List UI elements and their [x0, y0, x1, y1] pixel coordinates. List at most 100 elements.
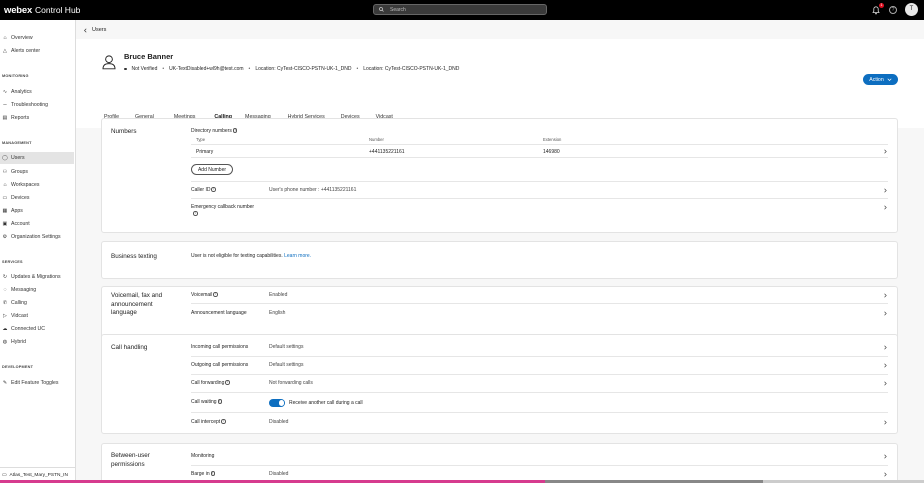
sidebar-item-connected-uc[interactable]: ☁ Connected UC: [0, 323, 74, 335]
monitoring-row[interactable]: Monitoring: [191, 448, 888, 466]
numbers-title: Numbers: [111, 128, 137, 135]
chevron-left-icon: [84, 28, 87, 32]
avatar[interactable]: T: [905, 3, 918, 16]
outgoing-label: Outgoing call permissions: [191, 362, 249, 368]
chat-icon: ◌: [3, 287, 7, 293]
sidebar-item-groups[interactable]: ⚇ Groups: [0, 166, 74, 178]
edit-icon: ✎: [2, 380, 8, 386]
user-icon: ◯: [2, 155, 8, 161]
monitoring-label: Monitoring: [191, 453, 215, 459]
add-number-button[interactable]: Add Number: [191, 164, 233, 175]
directory-numbers-label: Directory numbers i: [191, 128, 238, 134]
separator: •: [356, 66, 359, 72]
section-monitoring: MONITORING: [2, 74, 29, 78]
sidebar-item-messaging[interactable]: ◌ Messaging: [0, 284, 74, 296]
incoming-permissions-row[interactable]: Incoming call permissions Default settin…: [191, 339, 888, 357]
sidebar-item-analytics[interactable]: ∿ Analytics: [0, 86, 74, 98]
separator: •: [162, 66, 165, 72]
forwarding-value: Not forwarding calls: [269, 380, 313, 386]
sidebar-item-vidcast[interactable]: ▷ Vidcast: [0, 310, 74, 322]
between-user-title: Between-user permissions: [111, 452, 150, 468]
action-button[interactable]: Action: [863, 74, 898, 85]
business-texting-text: User is not eligible for texting capabil…: [191, 253, 283, 259]
sidebar-item-alerts-center[interactable]: △ Alerts center: [0, 45, 74, 57]
sidebar-item-overview[interactable]: ⌂ Overview: [0, 32, 74, 44]
caller-id-label: Caller ID i: [191, 187, 216, 193]
user-header: Bruce Banner Not Verified • UK-TextDisab…: [76, 39, 924, 128]
sidebar-item-label: Troubleshooting: [11, 102, 49, 108]
learn-more-link[interactable]: Learn more.: [284, 253, 311, 259]
outgoing-value: Default settings: [269, 362, 304, 368]
col-type-header: Type: [196, 137, 206, 142]
chevron-right-icon: [884, 188, 887, 193]
waiting-label: Call waiting i: [191, 399, 223, 405]
sidebar-item-workspaces[interactable]: ⌂ Workspaces: [0, 179, 74, 191]
section-services: SERVICES: [2, 260, 23, 264]
user-icon: [102, 55, 116, 70]
sidebar-item-label: Hybrid: [11, 339, 26, 345]
voicemail-row[interactable]: Voicemail i Enabled: [191, 287, 888, 304]
forwarding-text: Call forwarding: [191, 380, 225, 386]
apps-icon: ▦: [2, 208, 8, 214]
sidebar-item-reports[interactable]: ▤ Reports: [0, 112, 74, 124]
info-icon[interactable]: i: [210, 471, 216, 476]
call-intercept-row[interactable]: Call intercept i Disabled: [191, 413, 888, 433]
call-waiting-row: Call waiting i Receive another call durin…: [191, 393, 888, 413]
back-label: Users: [92, 27, 107, 33]
sidebar-item-apps[interactable]: ▦ Apps: [0, 205, 74, 217]
main-content: Users Bruce Banner Not Verified • UK-Tex…: [76, 20, 924, 483]
search-input[interactable]: Search: [373, 4, 547, 15]
webex-logo[interactable]: webex Control Hub: [4, 5, 80, 16]
sidebar-item-troubleshooting[interactable]: ∼ Troubleshooting: [0, 99, 74, 111]
business-texting-card: Business texting User is not eligible fo…: [101, 241, 898, 279]
forwarding-label: Call forwarding i: [191, 380, 230, 386]
info-icon[interactable]: i: [193, 211, 198, 216]
emergency-callback-row[interactable]: Emergency callback number i: [191, 199, 888, 221]
sidebar-item-account[interactable]: ▣ Account: [0, 218, 74, 230]
numbers-card: Numbers Directory numbers i Type Number E…: [101, 118, 898, 233]
sidebar-item-calling[interactable]: ✆ Calling: [0, 297, 74, 309]
user-meta: Not Verified • UK-TextDisabled+wl9h@test…: [124, 66, 459, 72]
sidebar-item-label: Organization Settings: [11, 234, 61, 240]
help-icon[interactable]: ?: [889, 5, 897, 14]
chevron-right-icon: [884, 293, 887, 298]
caller-id-row[interactable]: Caller ID i User's phone number : +441135…: [191, 181, 888, 199]
info-icon[interactable]: i: [211, 187, 216, 192]
business-texting-message: User is not eligible for texting capabil…: [191, 253, 311, 259]
sidebar-item-updates-migrations[interactable]: ↻ Updates & Migrations: [0, 271, 74, 283]
notifications-button[interactable]: 1: [871, 2, 884, 15]
section-development: DEVELOPMENT: [2, 365, 34, 369]
user-location-2: Location: CyTest-CISCO-PSTN-UK-1_DND: [363, 66, 460, 72]
announcement-language-row[interactable]: Announcement language English: [191, 304, 888, 323]
sidebar-item-organization-settings[interactable]: ⚙ Organization Settings: [0, 231, 74, 243]
sidebar-item-devices[interactable]: ▭ Devices: [0, 192, 74, 204]
verification-status: Not Verified: [131, 66, 158, 72]
info-icon[interactable]: i: [217, 399, 223, 404]
sidebar-item-label: Connected UC: [11, 326, 46, 332]
call-forwarding-row[interactable]: Call forwarding i Not forwarding calls: [191, 375, 888, 393]
sidebar-item-users[interactable]: ◯ Users: [0, 152, 74, 164]
top-bar: webex Control Hub Search 1 ? T: [0, 0, 924, 20]
call-waiting-toggle[interactable]: [269, 399, 285, 407]
chevron-right-icon: [884, 454, 887, 459]
info-icon[interactable]: i: [221, 419, 226, 424]
notification-badge: 1: [879, 2, 884, 8]
outgoing-permissions-row[interactable]: Outgoing call permissions Default settin…: [191, 357, 888, 375]
intercept-text: Call intercept: [191, 419, 221, 425]
back-to-users-link[interactable]: Users: [83, 27, 106, 33]
info-icon[interactable]: i: [213, 292, 218, 297]
extension-value: 146980: [543, 149, 560, 155]
waiting-value: Receive another call during a call: [289, 400, 363, 406]
directory-number-row[interactable]: Primary +441135221161 146980: [191, 144, 888, 158]
info-icon[interactable]: i: [225, 380, 230, 385]
device-icon: ▭: [2, 195, 8, 201]
sidebar-item-edit-feature-toggles[interactable]: ✎ Edit Feature Toggles: [0, 377, 74, 389]
barge-value: Disabled: [269, 471, 289, 477]
voicemail-title: Voicemail, fax and announcement language: [111, 292, 163, 316]
info-icon[interactable]: i: [232, 128, 238, 133]
home-icon: ⌂: [3, 35, 7, 41]
sidebar-item-hybrid[interactable]: ◍ Hybrid: [0, 336, 74, 348]
chevron-right-icon: [884, 311, 887, 316]
chevron-right-icon: [884, 149, 887, 154]
incoming-label: Incoming call permissions: [191, 344, 249, 350]
